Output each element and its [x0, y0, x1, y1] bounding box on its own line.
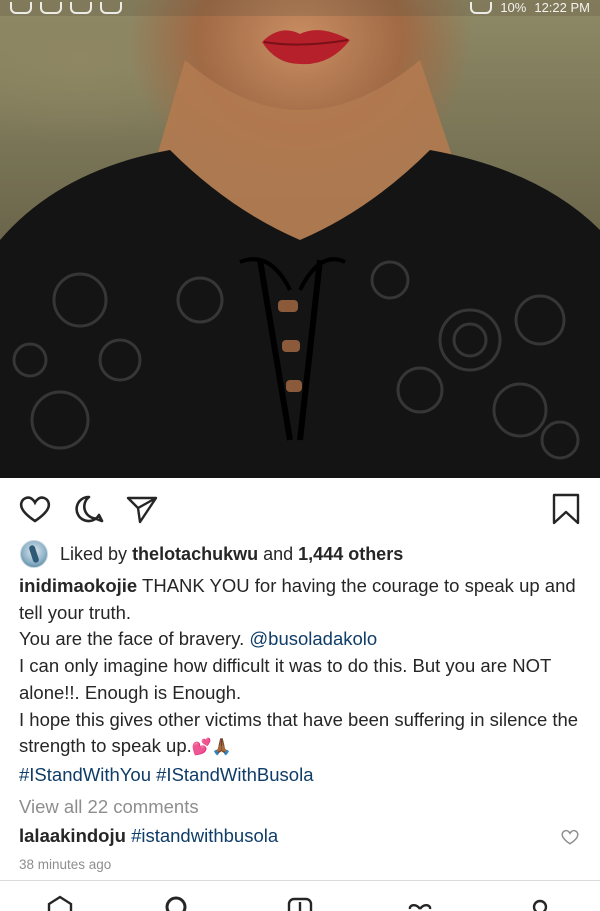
like-button[interactable]: [15, 488, 55, 530]
share-button[interactable]: [122, 488, 162, 530]
comment-like-button[interactable]: [561, 828, 579, 846]
liked-by-others[interactable]: 1,444 others: [298, 544, 403, 565]
profile-icon[interactable]: [526, 895, 554, 911]
status-right: 10% 12:22 PM: [470, 0, 590, 15]
heart-icon: [19, 496, 51, 523]
hashtag-link-2[interactable]: #IStandWithBusola: [156, 764, 313, 785]
caption-line-2: You are the face of bravery. @busoladako…: [19, 626, 584, 653]
settings-icon: [100, 2, 122, 14]
caption-hashtags: #IStandWithYou #IStandWithBusola: [19, 762, 584, 789]
send-icon: [126, 496, 158, 524]
caption-text-2: You are the face of bravery.: [19, 628, 245, 650]
signal-icon: [470, 2, 493, 14]
portrait-illustration: [0, 30, 600, 478]
clock: 12:22 PM: [534, 0, 590, 15]
comment-button[interactable]: [69, 488, 109, 530]
caption-line-4: I hope this gives other victims that hav…: [19, 707, 584, 762]
hashtag-link-1[interactable]: #IStandWithYou: [19, 764, 151, 785]
mention-link[interactable]: @busoladakolo: [249, 628, 377, 649]
liker-avatar[interactable]: [20, 540, 48, 568]
status-left-icons: [10, 2, 122, 14]
gallery-icon: [40, 2, 62, 14]
likes-summary: Liked by thelotachukwu and 1,444 others: [20, 540, 403, 568]
caption-username[interactable]: inidimaokojie: [19, 575, 137, 596]
add-post-icon[interactable]: [286, 895, 314, 911]
battery-level: 10%: [500, 0, 527, 15]
file-icon: [70, 2, 92, 14]
lips: [262, 30, 350, 65]
liked-by-prefix: Liked by: [60, 543, 128, 564]
post-actions: [0, 488, 600, 530]
post-timestamp: 38 minutes ago: [19, 857, 112, 872]
status-bar: 10% 12:22 PM: [0, 0, 600, 16]
whatsapp-icon: [10, 2, 32, 14]
comment-username[interactable]: lalaakindoju: [19, 825, 126, 846]
bookmark-icon: [552, 493, 580, 525]
comment-hashtag[interactable]: #istandwithbusola: [131, 825, 278, 846]
view-all-comments-link[interactable]: View all 22 comments: [19, 795, 199, 819]
small-heart-icon: [561, 829, 579, 845]
bottom-navigation: [0, 880, 600, 911]
comment-row: lalaakindoju #istandwithbusola: [19, 824, 579, 848]
liked-by-user[interactable]: thelotachukwu: [132, 544, 258, 565]
liked-by-and: and: [263, 543, 294, 564]
search-icon[interactable]: [163, 895, 191, 911]
home-icon[interactable]: [46, 895, 74, 911]
activity-icon[interactable]: [406, 895, 434, 911]
post-photo[interactable]: [0, 0, 600, 478]
caption-text-4: I hope this gives other victims that hav…: [19, 708, 579, 757]
caption-line-1: inidimaokojie THANK YOU for having the c…: [19, 573, 584, 626]
caption-emojis: 💕🙏🏾: [191, 739, 232, 757]
comment-icon: [75, 495, 104, 523]
caption-line-3: I can only imagine how difficult it was …: [19, 655, 551, 703]
save-button[interactable]: [546, 488, 586, 530]
post-caption: inidimaokojie THANK YOU for having the c…: [19, 573, 584, 789]
